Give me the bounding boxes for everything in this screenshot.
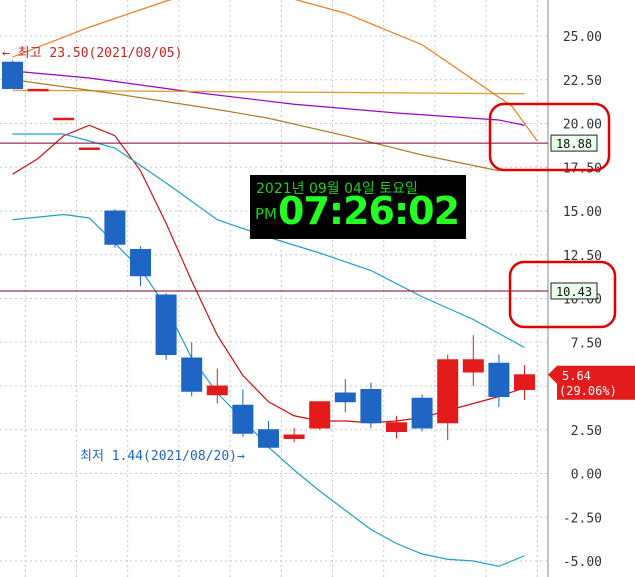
clock-panel: 2021년 09월 04일 토요일 PM 07:26:02 xyxy=(250,175,466,239)
last-price-label: 5.64 xyxy=(562,369,591,383)
clock-ampm: PM xyxy=(255,205,277,223)
candle-body xyxy=(232,404,254,434)
candle-body xyxy=(2,61,23,89)
last-price-pct: (29.06%) xyxy=(559,384,617,398)
clock-time: 07:26:02 xyxy=(278,189,460,233)
y-tick-label: 0.00 xyxy=(571,468,602,483)
price-chart: 25.0022.5020.0017.5015.0012.5010.007.505… xyxy=(0,0,635,577)
high-annotation: ← 최고 23.50(2021/08/05) xyxy=(2,46,182,61)
candle-body xyxy=(462,359,484,373)
grid xyxy=(0,0,549,577)
hline-value-label: 18.88 xyxy=(556,137,592,151)
candle-body xyxy=(309,401,331,429)
low-annotation: 최저 1.44(2021/08/20)→ xyxy=(80,449,245,464)
y-tick-label: 15.00 xyxy=(563,205,602,220)
y-tick-label: 25.00 xyxy=(563,30,602,45)
candle-body xyxy=(206,385,228,396)
y-tick-label: -5.00 xyxy=(563,555,602,570)
candle-body xyxy=(386,422,407,432)
indicator-line xyxy=(12,133,525,349)
candle-body xyxy=(283,434,305,439)
candle-body xyxy=(437,359,459,424)
candle-body xyxy=(104,210,126,245)
y-axis: 25.0022.5020.0017.5015.0012.5010.007.505… xyxy=(563,30,602,570)
y-tick-label: 22.50 xyxy=(563,74,602,89)
candle-body xyxy=(53,117,75,121)
candle-body xyxy=(360,389,382,424)
candle-body xyxy=(258,429,279,448)
candle-body xyxy=(27,88,49,92)
indicator-line xyxy=(12,70,525,126)
candle-body xyxy=(411,397,433,429)
y-tick-label: 7.50 xyxy=(571,336,602,351)
hline-value-label: 10.43 xyxy=(556,285,592,299)
y-tick-label: -2.50 xyxy=(563,511,602,526)
y-tick-label: 2.50 xyxy=(571,424,602,439)
candle-body xyxy=(78,147,100,150)
candle-body xyxy=(130,249,151,277)
candle-body xyxy=(334,392,356,403)
candle-body xyxy=(488,362,510,397)
candle-body xyxy=(181,357,203,392)
indicator-lines xyxy=(12,0,538,567)
candle-body xyxy=(155,294,177,355)
candle-body xyxy=(514,374,535,390)
y-tick-label: 20.00 xyxy=(563,118,602,133)
